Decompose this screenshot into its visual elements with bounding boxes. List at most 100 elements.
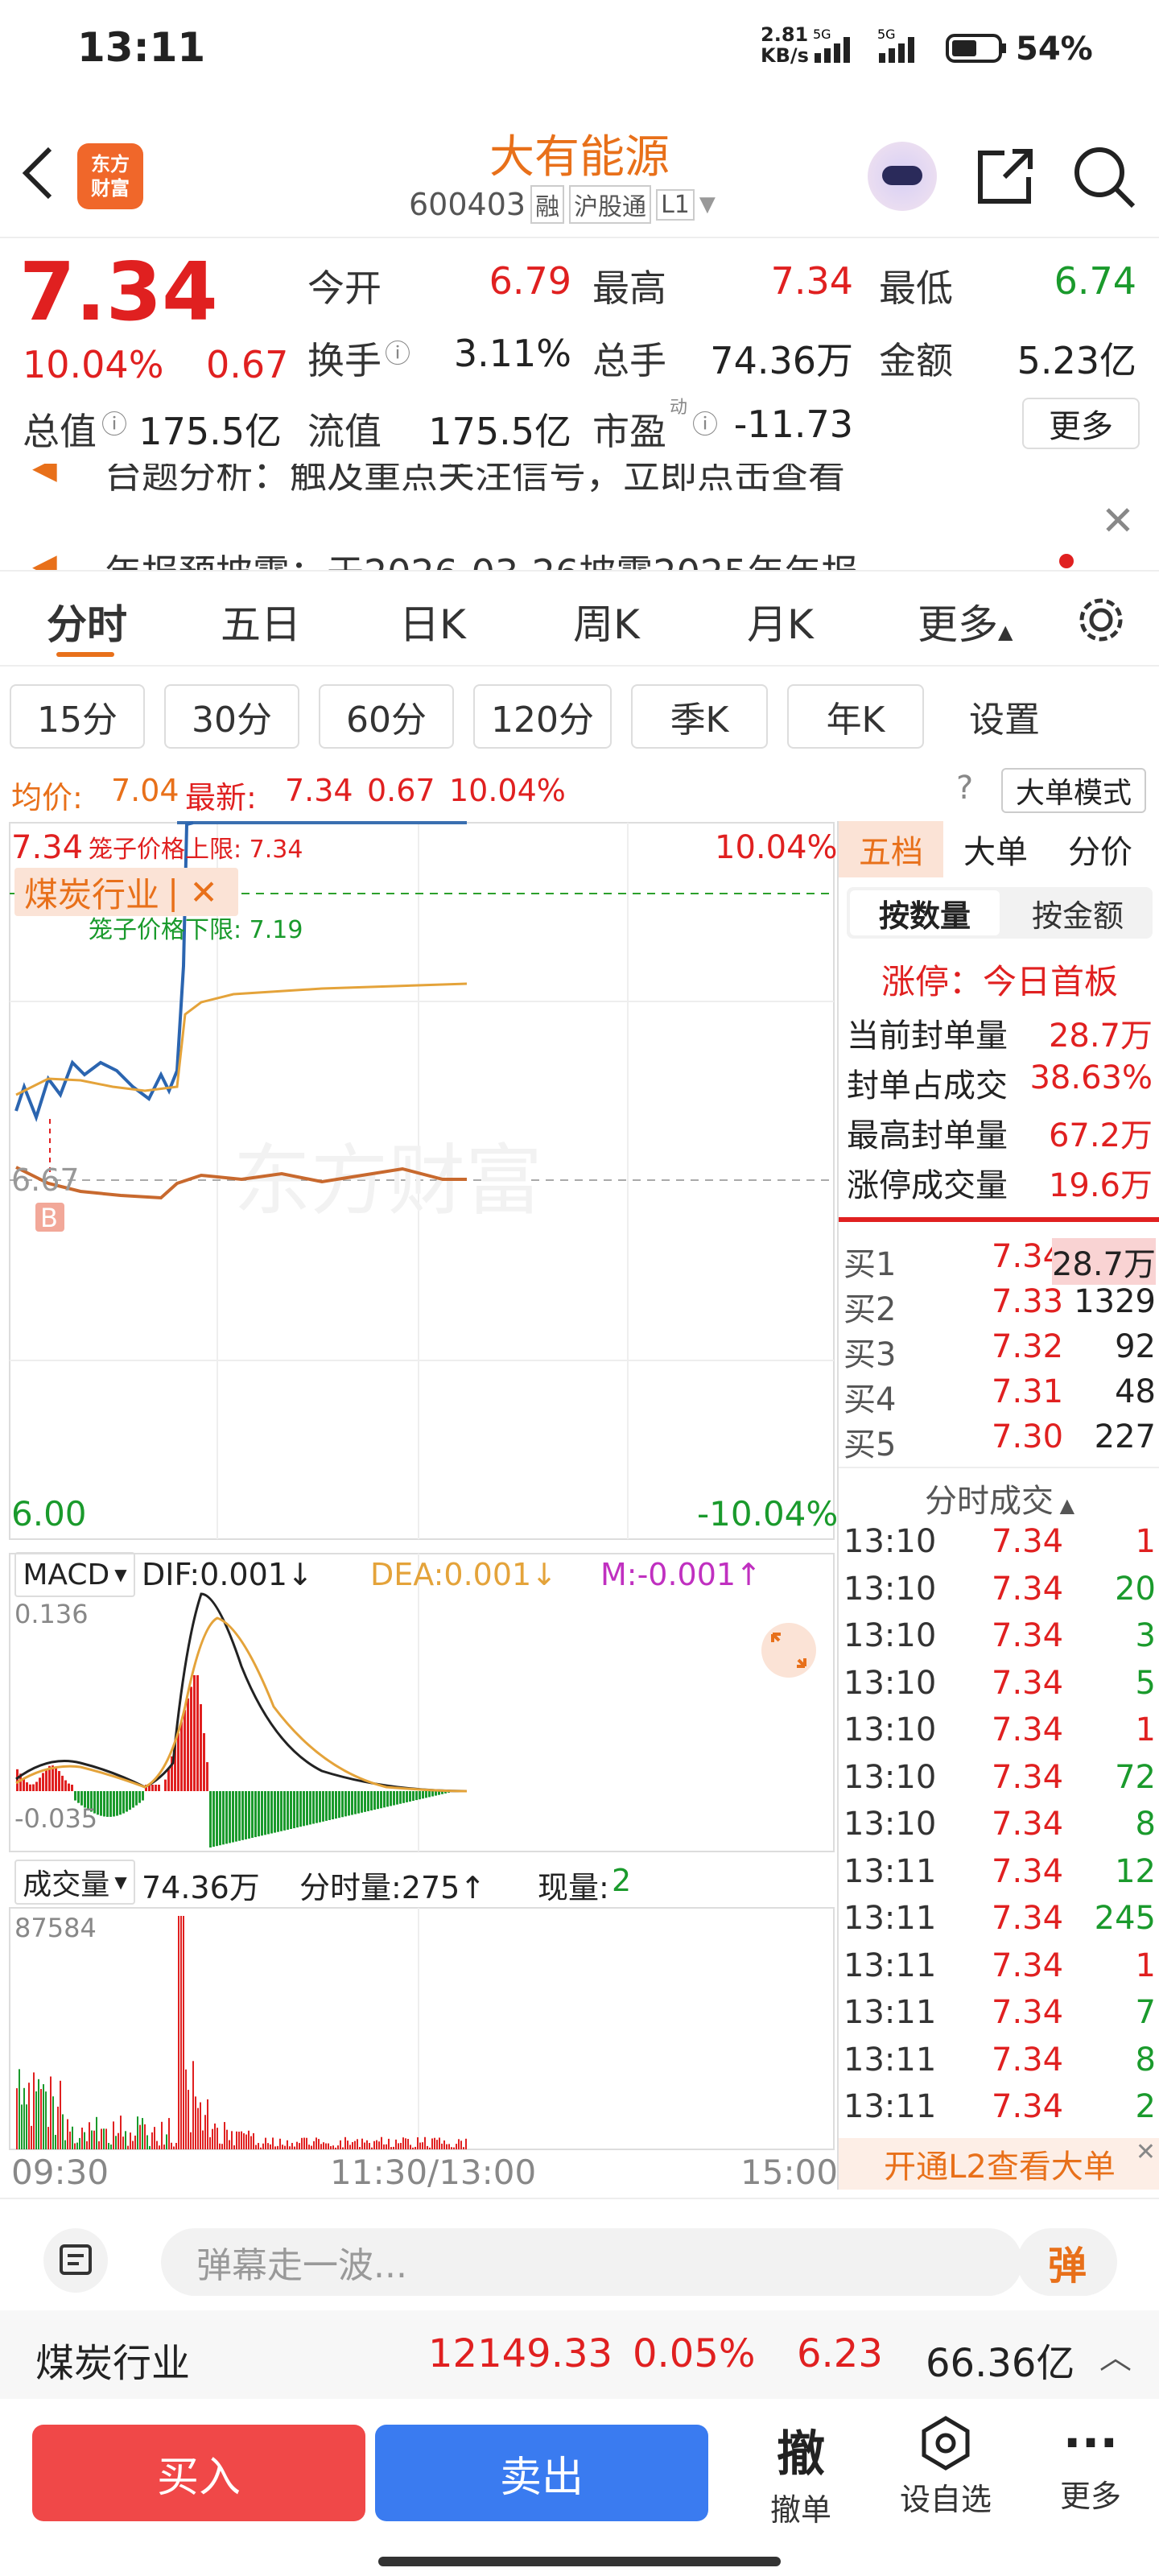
l2-upgrade-banner[interactable]: 开通L2查看大单 ✕	[839, 2138, 1159, 2190]
cancel-order-button[interactable]: 撤 撤单	[749, 2415, 853, 2529]
tab-price-dist[interactable]: 分价	[1048, 826, 1153, 873]
volume-bar	[161, 2122, 163, 2149]
volume-bar	[388, 2139, 390, 2149]
tab-five-day[interactable]: 五日	[221, 592, 301, 650]
add-watchlist-button[interactable]: 设自选	[893, 2415, 998, 2519]
tab-more[interactable]: 更多▲	[918, 592, 1013, 650]
bid-volume: 1329	[1074, 1283, 1156, 1320]
macd-bar	[261, 1791, 263, 1835]
volume-bar	[118, 2133, 119, 2149]
bid-row[interactable]: 买3 7.32 92	[839, 1325, 1159, 1372]
pe-value: -11.73	[724, 402, 853, 446]
ktab-15m[interactable]: 15分	[10, 684, 145, 749]
buy-button[interactable]: 买入	[32, 2425, 365, 2521]
macd-bar	[425, 1791, 427, 1798]
volume-bar	[328, 2144, 329, 2149]
trades-title[interactable]: 分时成交 ▲	[839, 1475, 1159, 1521]
bid-row[interactable]: 买5 7.30 227	[839, 1415, 1159, 1462]
tab-monthly-k[interactable]: 月K	[747, 592, 814, 650]
limit-stat-row: 涨停成交量 19.6万	[839, 1156, 1159, 1203]
volume-bar	[443, 2140, 445, 2149]
volume-bar	[166, 2134, 167, 2149]
volume-bar	[79, 2138, 80, 2149]
tab-five-levels[interactable]: 五档	[839, 821, 943, 877]
volume-bar	[183, 1916, 184, 2149]
settings-gear-icon[interactable]	[1075, 594, 1127, 646]
limit-stat-row: 当前封单量 28.7万	[839, 1006, 1159, 1053]
chevron-up-icon[interactable]: ︿	[1099, 2331, 1132, 2378]
assistant-avatar[interactable]	[868, 142, 937, 211]
volume-bar	[294, 2147, 295, 2149]
trade-volume: 1	[1136, 1711, 1156, 1748]
close-icon[interactable]: ✕	[1101, 497, 1135, 544]
intraday-chart[interactable]: 东方财富 B 7.34 笼子价格上限: 7.34 10.04% 煤炭行业 | ✕ …	[0, 821, 837, 2190]
volume-bar	[127, 2146, 129, 2149]
macd-bar	[106, 1791, 109, 1817]
danmu-button[interactable]: 弹	[1017, 2228, 1117, 2296]
trade-row: 13:11 7.34 1	[839, 1944, 1159, 1991]
level-tag[interactable]: L1	[656, 189, 695, 221]
float-label: 流值	[307, 402, 382, 456]
trade-row: 13:10 7.34 8	[839, 1802, 1159, 1849]
dynamic-mark: 动	[670, 393, 687, 419]
big-order-mode-button[interactable]: 大单模式	[1001, 768, 1146, 813]
volume-bar	[21, 2104, 23, 2149]
share-icon[interactable]	[972, 145, 1037, 209]
macd-bar	[386, 1791, 389, 1806]
volume-selector[interactable]: 成交量 ▼	[14, 1860, 135, 1905]
ktab-30m[interactable]: 30分	[164, 684, 299, 749]
limit-stat-row: 最高封单量 67.2万	[839, 1106, 1159, 1153]
action-bar: 买入 卖出 撤 撤单 设自选 ··· 更多	[0, 2399, 1159, 2576]
industry-bar[interactable]: 煤炭行业 12149.33 0.05% 6.23 66.36亿 ︿	[0, 2310, 1159, 2399]
volume-bar	[451, 2147, 452, 2149]
more-actions-button[interactable]: ··· 更多	[1038, 2415, 1143, 2516]
tab-big-orders[interactable]: 大单	[943, 826, 1048, 873]
ktab-year[interactable]: 年K	[787, 684, 924, 749]
ktab-60m[interactable]: 60分	[319, 684, 454, 749]
tab-weekly-k[interactable]: 周K	[573, 592, 640, 650]
ktab-quarter[interactable]: 季K	[631, 684, 768, 749]
info-icon[interactable]: ⓘ	[385, 333, 410, 370]
volume-bar	[325, 2144, 327, 2149]
by-count-option[interactable]: 按数量	[850, 890, 1000, 935]
comment-input[interactable]: 弹幕走一波...	[161, 2228, 1022, 2296]
bid-volume: 48	[1115, 1373, 1156, 1410]
tab-intraday[interactable]: 分时	[47, 592, 127, 650]
more-button[interactable]: 更多	[1022, 398, 1140, 449]
info-icon[interactable]: ⓘ	[692, 404, 718, 441]
sell-button[interactable]: 卖出	[375, 2425, 708, 2521]
by-amount-option[interactable]: 按金额	[1003, 887, 1153, 939]
volume-bar	[81, 2128, 83, 2149]
ktab-settings[interactable]: 设置	[940, 684, 1069, 749]
industry-overlay-tag[interactable]: 煤炭行业 | ✕	[14, 868, 238, 916]
dropdown-icon[interactable]: ▼	[699, 192, 716, 217]
help-icon[interactable]: ?	[956, 770, 973, 807]
volume-bar	[400, 2143, 402, 2149]
search-icon[interactable]	[1070, 143, 1138, 211]
bid-row[interactable]: 买2 7.33 1329	[839, 1280, 1159, 1327]
notice-2[interactable]: 年报预披露：于2026-03-26披露2025年年报	[105, 544, 858, 572]
bid-row[interactable]: 买4 7.31 48	[839, 1370, 1159, 1417]
volume-bar	[132, 2141, 134, 2149]
tab-daily-k[interactable]: 日K	[399, 592, 466, 650]
macd-bar	[270, 1791, 273, 1834]
macd-bar	[383, 1791, 386, 1807]
volume-bar	[113, 2121, 114, 2149]
volume-bar	[439, 2137, 440, 2149]
macd-bar	[126, 1791, 128, 1812]
macd-bar	[287, 1791, 289, 1830]
bid-price: 7.32	[992, 1328, 1063, 1365]
macd-selector[interactable]: MACD ▼	[14, 1552, 135, 1597]
open-value: 6.79	[451, 259, 571, 303]
ktab-120m[interactable]: 120分	[473, 684, 612, 749]
notice-1[interactable]: 台题分析：触及重点关注信号，立即点击查看	[105, 464, 845, 499]
comment-list-icon[interactable]	[43, 2228, 108, 2293]
volume-bar	[214, 2124, 216, 2149]
volume-bar	[105, 2128, 107, 2149]
macd-bar	[142, 1791, 144, 1801]
bid-row[interactable]: 买1 7.34 28.7万	[839, 1235, 1159, 1282]
info-icon[interactable]: ⓘ	[101, 404, 127, 441]
trade-volume: 72	[1115, 1759, 1156, 1796]
volume-bar	[458, 2139, 460, 2149]
stat-value: 19.6万	[1049, 1159, 1153, 1206]
